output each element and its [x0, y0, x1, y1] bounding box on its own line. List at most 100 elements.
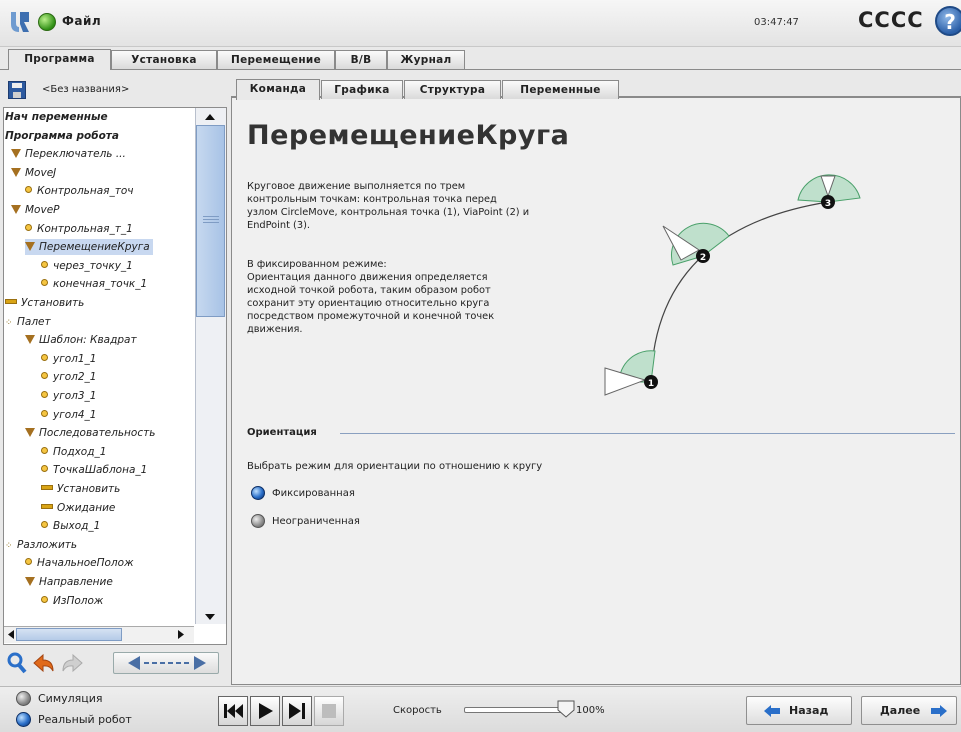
waypoint-dot-icon: [25, 186, 32, 194]
description-line: Ориентация данного движения определяется: [247, 272, 488, 283]
back-button[interactable]: Назад: [746, 696, 852, 725]
action-bar-icon: [41, 485, 53, 490]
tree-node[interactable]: MoveJ: [11, 165, 56, 181]
tab-baseline: [0, 69, 961, 70]
tree-node[interactable]: Последовательность: [25, 425, 155, 441]
tree-node-label: ТочкаШаблона_1: [53, 464, 148, 477]
speed-label: Скорость: [393, 705, 442, 716]
tree-node[interactable]: угол2_1: [41, 369, 96, 385]
point-label-1: 1: [648, 379, 654, 389]
tree-node[interactable]: угол4_1: [41, 407, 96, 423]
tree-node[interactable]: угол3_1: [41, 388, 96, 404]
tab-program[interactable]: Программа: [8, 49, 111, 70]
pallet-dots-icon: ⁘: [5, 317, 13, 328]
waypoint-dot-icon: [41, 465, 48, 473]
tree-node[interactable]: Переключатель ...: [11, 146, 126, 162]
tree-node[interactable]: Шаблон: Квадрат: [25, 332, 137, 348]
scroll-up-icon[interactable]: [200, 110, 220, 124]
tree-node[interactable]: Программа робота: [5, 128, 119, 144]
move-arrows-icon: [128, 656, 206, 670]
tree-node[interactable]: Установить: [41, 481, 120, 497]
tab-structure[interactable]: Структура: [404, 80, 501, 99]
tree-scroll-thumb[interactable]: [196, 125, 225, 317]
tree-node[interactable]: угол1_1: [41, 351, 96, 367]
tab-io[interactable]: В/В: [335, 50, 387, 69]
tree-hscroll-thumb[interactable]: [16, 628, 122, 641]
speed-slider-knob[interactable]: [556, 699, 576, 719]
tree-node[interactable]: ПеремещениеКруга: [25, 239, 153, 256]
tree-node-label: Подход_1: [53, 445, 107, 458]
tab-move[interactable]: Перемещение: [217, 50, 335, 69]
tree-node[interactable]: MoveP: [11, 202, 60, 218]
description-line: узлом CircleMove, контрольная точка (1),…: [247, 207, 530, 218]
tree-node[interactable]: Установить: [5, 295, 84, 311]
tree-node[interactable]: конечная_точк_1: [41, 276, 147, 292]
tree-node-label: угол3_1: [53, 390, 97, 402]
play-button[interactable]: [250, 696, 280, 726]
move-node-button[interactable]: [113, 652, 219, 674]
tree-node[interactable]: Нач переменные: [5, 109, 108, 125]
tree-node-label: Установить: [57, 483, 121, 495]
tree-node[interactable]: НачальноеПолож: [25, 555, 134, 571]
tree-node[interactable]: ⁘ Разложить: [5, 537, 77, 553]
tree-node-label: НачальноеПолож: [37, 557, 134, 570]
rewind-button[interactable]: [218, 696, 248, 726]
tree-node-label: ИзПолож: [53, 594, 104, 607]
description-line: посредством промежуточной и конечной точ…: [247, 311, 495, 322]
orientation-description: Выбрать режим для ориентации по отношени…: [247, 461, 543, 472]
tree-node-label: Программа робота: [5, 129, 119, 142]
tree-node[interactable]: Выход_1: [41, 518, 100, 534]
tree-node[interactable]: ТочкаШаблона_1: [41, 462, 147, 478]
tree-node-label: Выход_1: [53, 520, 101, 533]
undo-icon[interactable]: [32, 650, 56, 676]
radio-unconstrained[interactable]: [251, 514, 265, 528]
waypoint-dot-icon: [25, 558, 32, 566]
radio-fixed[interactable]: [251, 486, 265, 500]
tree-node-label: Направление: [39, 576, 113, 588]
step-button[interactable]: [282, 696, 312, 726]
tree-node[interactable]: Направление: [25, 574, 113, 590]
scroll-down-icon[interactable]: [200, 610, 220, 624]
tree-node[interactable]: Подход_1: [41, 444, 106, 460]
folder-triangle-icon: [25, 335, 35, 345]
tree-node[interactable]: ⁘ Палет: [5, 314, 51, 330]
speed-slider-track[interactable]: [464, 707, 570, 713]
radio-fixed-label[interactable]: Фиксированная: [272, 488, 355, 499]
search-icon[interactable]: [6, 650, 28, 676]
redo-icon[interactable]: [60, 650, 84, 676]
tree-node-label: Ожидание: [57, 501, 116, 514]
next-button[interactable]: Далее: [861, 696, 957, 725]
real-robot-label[interactable]: Реальный робот: [38, 713, 132, 726]
tree-node-label: Переключатель ...: [25, 148, 126, 161]
simulation-label[interactable]: Симуляция: [38, 692, 103, 705]
action-bar-icon: [5, 299, 17, 304]
tree-node[interactable]: ИзПолож: [41, 593, 103, 609]
ur-logo-icon: [11, 12, 29, 32]
tree-node[interactable]: Ожидание: [41, 500, 115, 516]
step-icon: [289, 703, 305, 719]
tab-variables[interactable]: Переменные: [502, 80, 619, 99]
orientation-section-label: Ориентация: [247, 427, 317, 438]
tab-graphics[interactable]: Графика: [321, 80, 403, 99]
tree-node[interactable]: через_точку_1: [41, 258, 133, 274]
save-disk-icon[interactable]: [8, 81, 26, 99]
stop-button[interactable]: [314, 696, 344, 726]
tab-installation[interactable]: Установка: [111, 50, 217, 69]
tree-node[interactable]: Контрольная_точ: [25, 183, 133, 199]
point-label-2: 2: [700, 253, 706, 263]
radio-unconstrained-label[interactable]: Неограниченная: [272, 516, 360, 527]
help-button[interactable]: ?: [935, 6, 961, 36]
simulation-radio[interactable]: [16, 691, 31, 706]
speed-value: 100%: [576, 705, 605, 716]
tree-node[interactable]: Контрольная_т_1: [25, 221, 133, 237]
waypoint-dot-icon: [41, 595, 48, 603]
description-line: исходной точкой робота, таким образом ро…: [247, 285, 491, 296]
waypoint-dot-icon: [41, 260, 48, 268]
tab-command[interactable]: Команда: [236, 79, 320, 100]
file-menu[interactable]: Файл: [62, 14, 101, 28]
top-bar: [0, 0, 961, 47]
real-robot-radio[interactable]: [16, 712, 31, 727]
tab-log[interactable]: Журнал: [387, 50, 465, 69]
description-line: EndPoint (3).: [247, 220, 311, 231]
scroll-right-icon[interactable]: [175, 628, 187, 641]
